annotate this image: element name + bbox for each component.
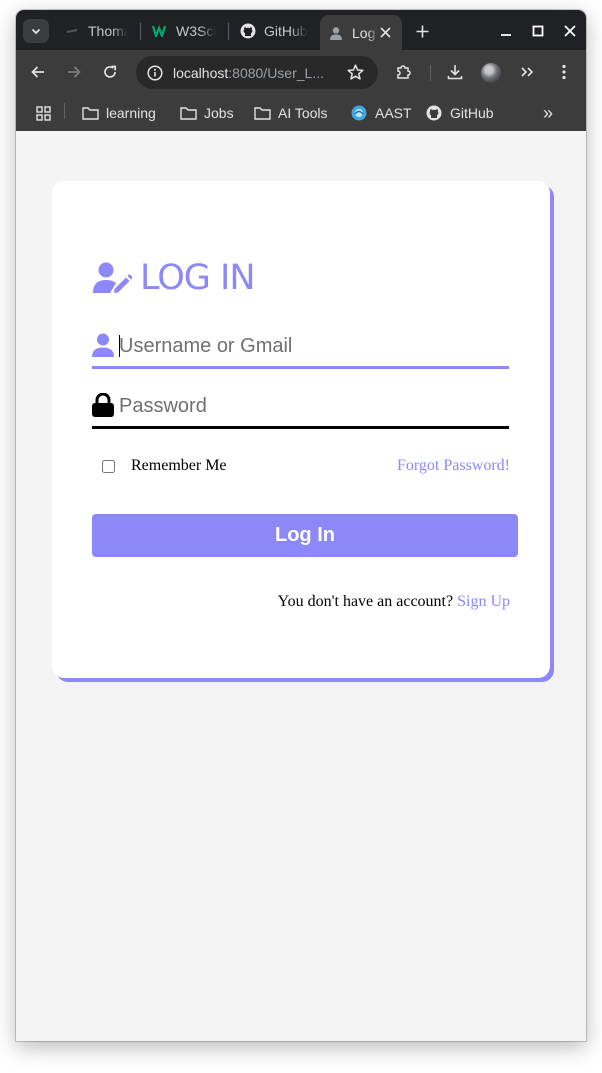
downloads-button[interactable] bbox=[445, 62, 465, 82]
kebab-menu-icon bbox=[562, 64, 566, 80]
bookmark-label: AI Tools bbox=[278, 105, 328, 121]
github-icon bbox=[425, 105, 443, 121]
overflow-button[interactable] bbox=[517, 62, 537, 82]
tab-title: Thomas bbox=[88, 22, 128, 39]
bookmark-ai-tools[interactable]: AI Tools bbox=[253, 102, 328, 124]
tab-strip: Thomas W3Schools GitHub Log In bbox=[16, 10, 586, 50]
bookmarks-bar: learning Jobs AI Tools AAST GitHub » bbox=[16, 95, 586, 131]
signup-prompt-text: You don't have an account? bbox=[277, 593, 454, 610]
tab-title: GitHub bbox=[264, 22, 308, 39]
remember-me-label[interactable]: Remember Me bbox=[131, 457, 227, 475]
tab-title: Log In bbox=[352, 24, 378, 41]
login-card: Log In Remember Me Forgot Password! Log … bbox=[52, 181, 550, 678]
tab-thomas[interactable]: Thomas bbox=[64, 15, 132, 46]
url-host: localhost bbox=[173, 64, 229, 81]
page-favicon-icon bbox=[64, 23, 80, 39]
minimize-button[interactable] bbox=[496, 21, 516, 41]
apps-grid-icon bbox=[34, 105, 52, 121]
password-underline bbox=[92, 426, 509, 429]
bookmark-jobs[interactable]: Jobs bbox=[179, 102, 234, 124]
bookmark-label: AAST bbox=[375, 105, 412, 121]
bookmark-github[interactable]: GitHub bbox=[425, 102, 494, 124]
remember-me: Remember Me bbox=[102, 457, 227, 475]
bookmark-label: GitHub bbox=[450, 105, 494, 121]
bookmarks-overflow-button[interactable]: » bbox=[543, 102, 553, 124]
profile-avatar[interactable] bbox=[481, 63, 501, 83]
tab-divider bbox=[140, 23, 141, 40]
w3schools-icon bbox=[152, 23, 168, 39]
close-icon bbox=[564, 25, 576, 37]
aast-logo-icon bbox=[350, 105, 368, 121]
page-viewport: Log In Remember Me Forgot Password! Log … bbox=[16, 131, 586, 1041]
login-heading: Log In bbox=[93, 258, 256, 298]
browser-window: Thomas W3Schools GitHub Log In bbox=[16, 10, 586, 1041]
bookmark-learning[interactable]: learning bbox=[81, 102, 156, 124]
double-chevron-right-icon bbox=[521, 67, 534, 77]
folder-icon bbox=[253, 105, 271, 121]
tab-login[interactable]: Log In bbox=[320, 15, 402, 50]
username-underline bbox=[92, 366, 509, 369]
login-button[interactable]: Log In bbox=[92, 514, 518, 557]
bookmark-star-icon[interactable] bbox=[347, 64, 364, 81]
signup-prompt: You don't have an account? Sign Up bbox=[278, 593, 510, 611]
tab-github[interactable]: GitHub bbox=[240, 15, 312, 46]
site-info-icon[interactable] bbox=[146, 64, 164, 82]
extensions-button[interactable] bbox=[394, 62, 414, 82]
forward-button[interactable] bbox=[64, 62, 84, 82]
user-edit-icon bbox=[93, 262, 132, 293]
password-input[interactable] bbox=[119, 387, 509, 425]
close-window-button[interactable] bbox=[560, 21, 580, 41]
maximize-button[interactable] bbox=[528, 21, 548, 41]
github-icon bbox=[240, 23, 256, 39]
tab-title: W3Schools bbox=[176, 22, 216, 39]
user-icon bbox=[92, 333, 114, 357]
new-tab-button[interactable] bbox=[412, 21, 432, 41]
minimize-icon bbox=[501, 34, 511, 36]
back-button[interactable] bbox=[28, 62, 48, 82]
reload-icon bbox=[104, 65, 117, 78]
menu-button[interactable] bbox=[554, 62, 574, 82]
maximize-icon bbox=[532, 25, 544, 37]
tab-w3schools[interactable]: W3Schools bbox=[152, 15, 220, 46]
forgot-password-link[interactable]: Forgot Password! bbox=[397, 457, 510, 475]
chevron-down-icon bbox=[31, 28, 41, 35]
folder-icon bbox=[179, 105, 197, 121]
signup-link[interactable]: Sign Up bbox=[457, 593, 510, 610]
url-path: :8080/User_L... bbox=[228, 64, 324, 81]
user-icon bbox=[328, 25, 344, 41]
username-field bbox=[92, 327, 509, 369]
puzzle-icon bbox=[397, 65, 411, 79]
toolbar-divider bbox=[430, 65, 431, 81]
text-caret bbox=[119, 335, 120, 357]
close-tab-icon[interactable] bbox=[377, 24, 393, 40]
apps-button[interactable] bbox=[34, 102, 59, 124]
lock-icon bbox=[92, 393, 114, 417]
reload-button[interactable] bbox=[100, 62, 120, 82]
arrow-right-icon bbox=[68, 66, 81, 78]
username-input[interactable] bbox=[119, 327, 509, 365]
bookmark-label: learning bbox=[106, 105, 156, 121]
address-bar[interactable]: localhost:8080/User_L... bbox=[136, 56, 378, 89]
folder-icon bbox=[81, 105, 99, 121]
download-icon bbox=[447, 65, 463, 80]
tab-divider bbox=[228, 23, 229, 40]
browser-toolbar: localhost:8080/User_L... bbox=[16, 50, 586, 95]
bookmark-aast[interactable]: AAST bbox=[350, 102, 412, 124]
password-field bbox=[92, 387, 509, 429]
bookmark-label: Jobs bbox=[204, 105, 234, 121]
arrow-left-icon bbox=[31, 66, 44, 78]
url-text: localhost:8080/User_L... bbox=[173, 65, 324, 81]
remember-me-checkbox[interactable] bbox=[102, 459, 115, 473]
tab-search-button[interactable] bbox=[23, 19, 49, 43]
bookmarks-divider bbox=[64, 103, 65, 119]
plus-icon bbox=[416, 25, 428, 37]
page-title: Log In bbox=[140, 258, 256, 298]
